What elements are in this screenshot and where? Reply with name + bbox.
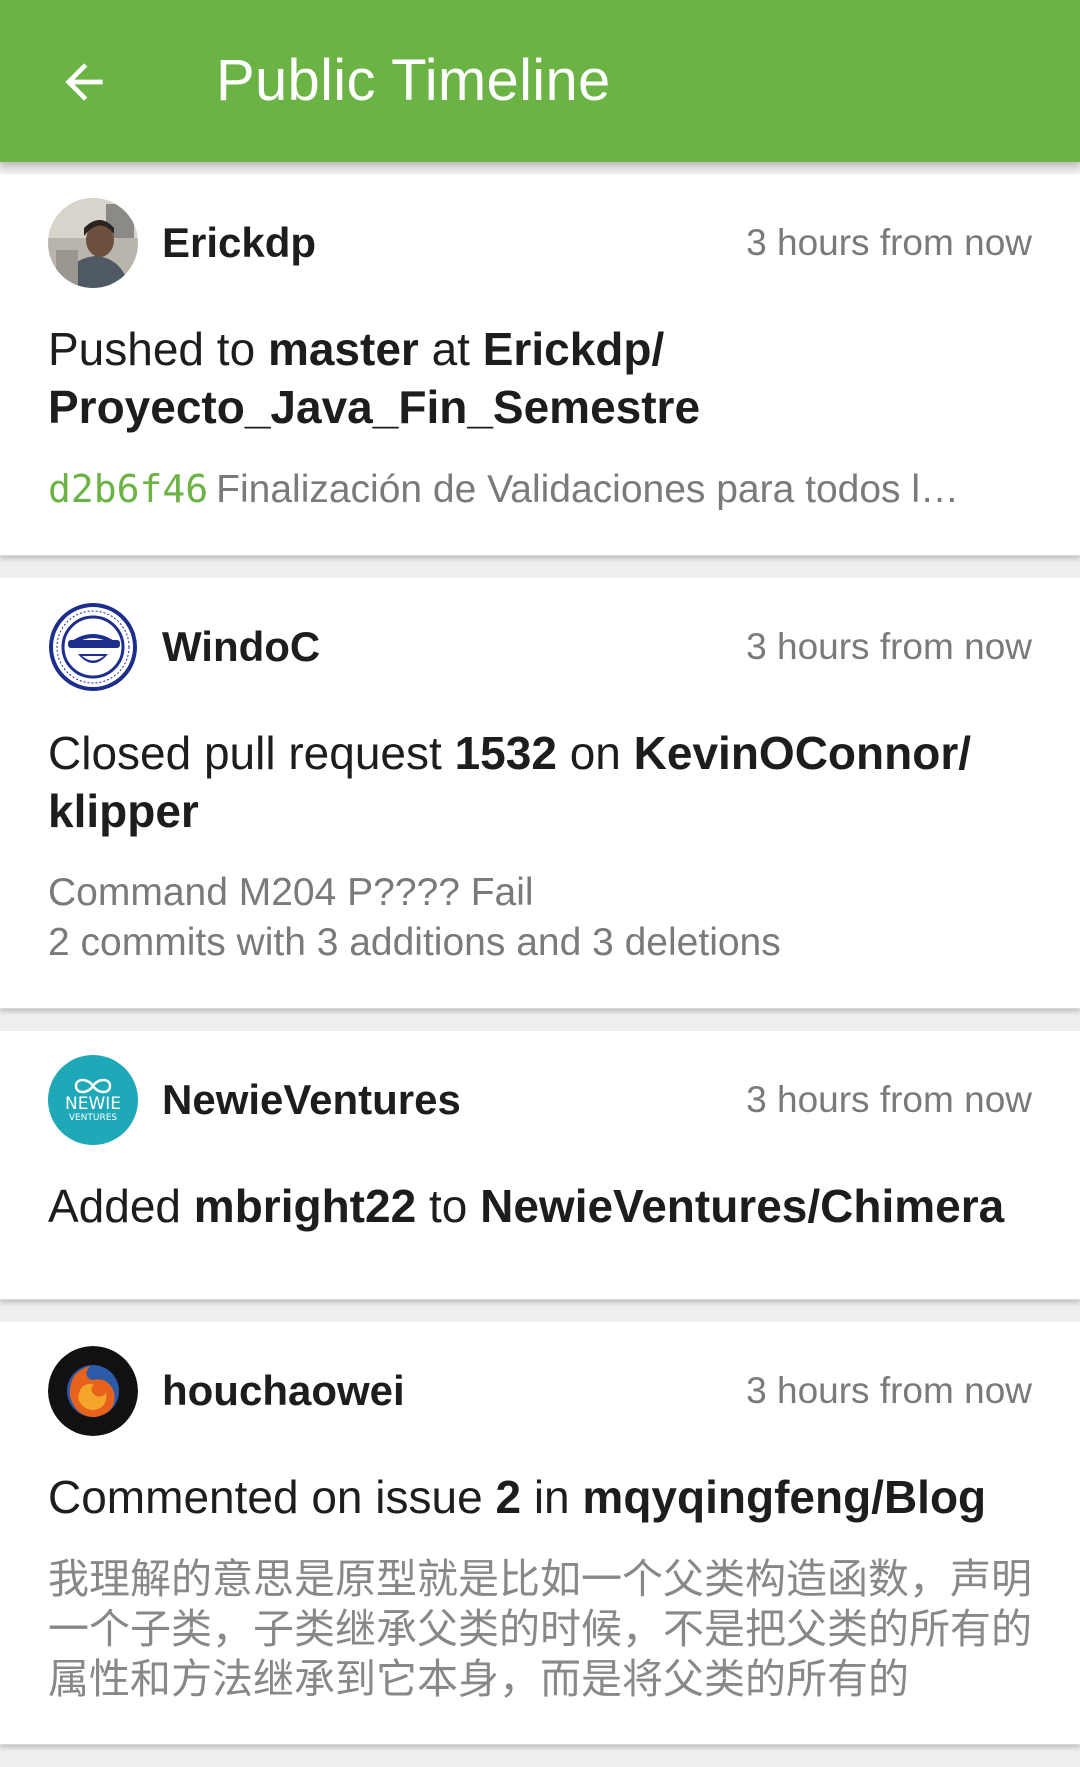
event-title: Closed pull request 1532 on KevinOConnor… (48, 724, 1032, 840)
event-action: Pushed to (48, 323, 268, 375)
event-header: houchaowei 3 hours from now (48, 1346, 1032, 1436)
infinity-logo-icon (74, 1078, 112, 1094)
user-photo-icon (48, 198, 138, 288)
event-time: 3 hours from now (746, 1079, 1032, 1120)
event-title: Commented on issue 2 in mqyqingfeng/Blog (48, 1468, 1032, 1526)
commit-row: d2b6f46 Finalización de Validaciones para… (48, 464, 1032, 515)
event-time: 3 hours from now (746, 1370, 1032, 1411)
timeline-event[interactable]: houchaowei 3 hours from now Commented on… (0, 1322, 1080, 1745)
repo-link[interactable]: mqyqingfeng/Blog (582, 1471, 986, 1523)
event-connector: on (556, 727, 634, 779)
commit-sha-link[interactable]: d2b6f46 (48, 467, 208, 511)
logo-subtext: VENTURES (68, 1113, 118, 1123)
event-time: 3 hours from now (746, 222, 1032, 263)
back-button[interactable] (42, 40, 126, 124)
event-action: Added (48, 1180, 194, 1232)
page-title: Public Timeline (216, 48, 611, 113)
user-name[interactable]: WindoC (162, 623, 320, 671)
logo-text: NEWIE (64, 1094, 122, 1114)
arrow-left-icon (65, 63, 103, 101)
event-body: d2b6f46 Finalización de Validaciones para… (48, 464, 1032, 515)
timeline-event[interactable]: NEWIE VENTURES NewieVentures 3 hours fro… (0, 1031, 1080, 1300)
event-header: WindoC 3 hours from now (48, 602, 1032, 692)
event-action: Closed pull request (48, 727, 455, 779)
event-header: Erickdp 3 hours from now (48, 198, 1032, 288)
avatar[interactable] (48, 198, 138, 288)
event-action: Commented on issue (48, 1471, 496, 1523)
event-title: Added mbright22 to NewieVentures/Chimera (48, 1177, 1032, 1235)
avatar[interactable]: NEWIE VENTURES (48, 1055, 138, 1145)
pull-request-stats: 2 commits with 3 additions and 3 deletio… (48, 921, 781, 964)
avatar[interactable] (48, 602, 138, 692)
user-name[interactable]: NewieVentures (162, 1076, 461, 1124)
avatar[interactable] (48, 1346, 138, 1436)
issue-link[interactable]: 2 (495, 1471, 521, 1523)
user-name[interactable]: houchaowei (162, 1367, 405, 1415)
event-connector: in (521, 1471, 583, 1523)
event-body: Command M204 P???? Fail 2 commits with 3… (48, 868, 1032, 968)
pull-request-title: Command M204 P???? Fail (48, 871, 534, 914)
branch-link[interactable]: master (268, 323, 419, 375)
comment-body: 我理解的意思是原型就是比如一个父类构造函数，声明一个子类，子类继承父类的时候，不… (48, 1555, 1032, 1703)
commit-message: Finalización de Validaciones para todos … (216, 468, 960, 511)
timeline-event[interactable]: Erickdp 3 hours from now Pushed to maste… (0, 174, 1080, 556)
event-header: NEWIE VENTURES NewieVentures 3 hours fro… (48, 1055, 1032, 1145)
event-time: 3 hours from now (746, 626, 1032, 667)
firefox-logo-icon (48, 1346, 138, 1436)
timeline-feed[interactable]: Erickdp 3 hours from now Pushed to maste… (0, 174, 1080, 1767)
event-connector: at (418, 323, 483, 375)
repo-link[interactable]: NewieVentures/Chimera (480, 1180, 1004, 1232)
laughing-man-logo-icon (49, 603, 137, 691)
user-name[interactable]: Erickdp (162, 219, 316, 267)
app-bar: Public Timeline (0, 0, 1080, 162)
timeline-event[interactable]: WindoC 3 hours from now Closed pull requ… (0, 578, 1080, 1009)
member-link[interactable]: mbright22 (194, 1180, 416, 1232)
pull-request-link[interactable]: 1532 (455, 727, 557, 779)
event-connector: to (416, 1180, 481, 1232)
event-title: Pushed to master at Erickdp/ Proyecto_Ja… (48, 320, 1032, 436)
